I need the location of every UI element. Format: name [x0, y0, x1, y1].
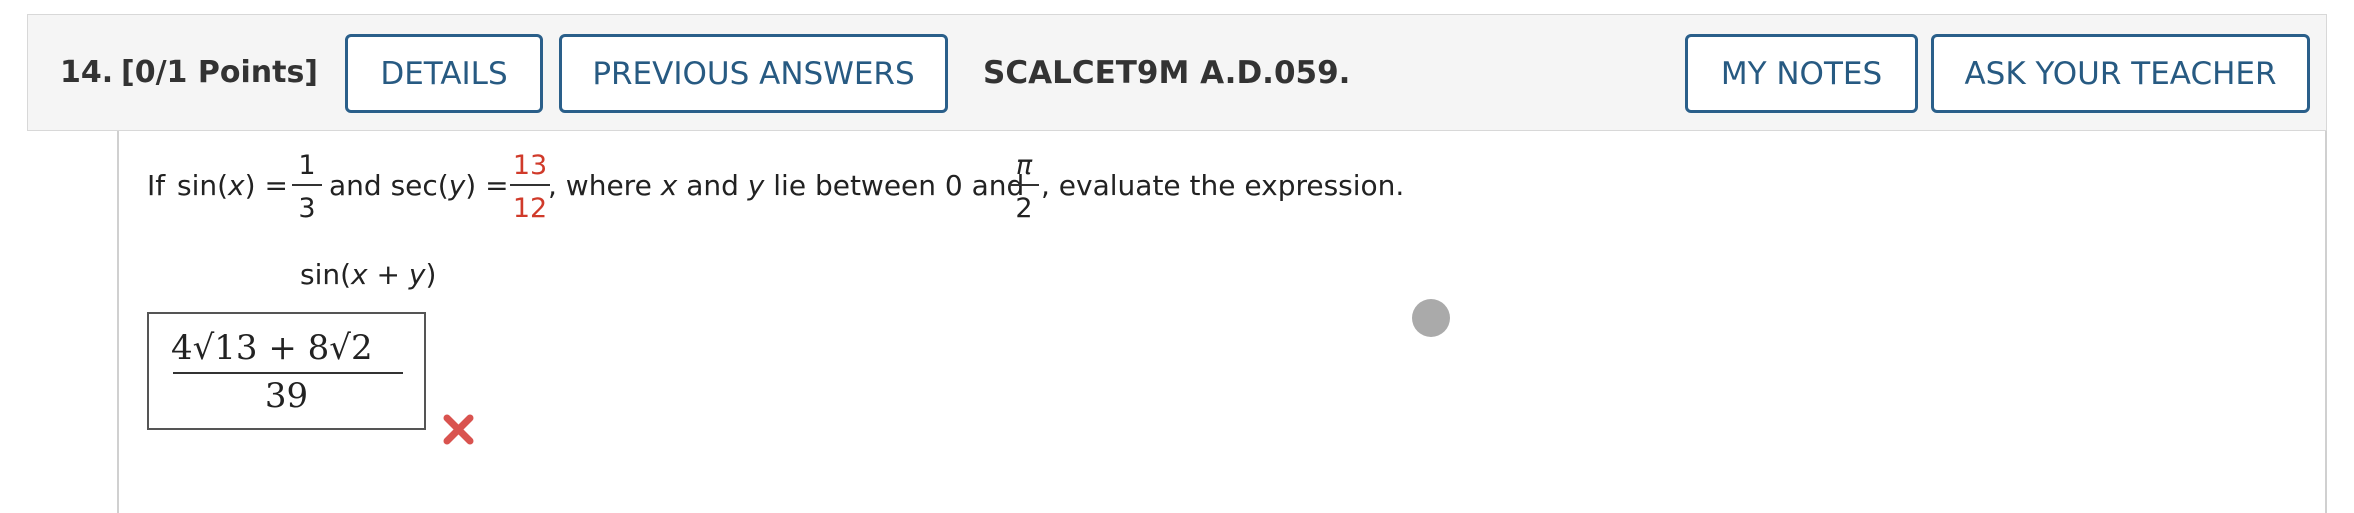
details-button[interactable]: DETAILS	[345, 34, 543, 113]
question-number: 14.	[60, 55, 114, 90]
my-notes-button[interactable]: MY NOTES	[1685, 34, 1918, 113]
ask-your-teacher-button[interactable]: ASK YOUR TEACHER	[1931, 34, 2310, 113]
question-content-area	[117, 131, 2327, 513]
previous-answers-button[interactable]: PREVIOUS ANSWERS	[559, 34, 948, 113]
problem-code: SCALCET9M A.D.059.	[983, 55, 1351, 91]
question-header: 14. [0/1 Points] DETAILS PREVIOUS ANSWER…	[27, 14, 2327, 131]
points-label: [0/1 Points]	[121, 55, 319, 90]
